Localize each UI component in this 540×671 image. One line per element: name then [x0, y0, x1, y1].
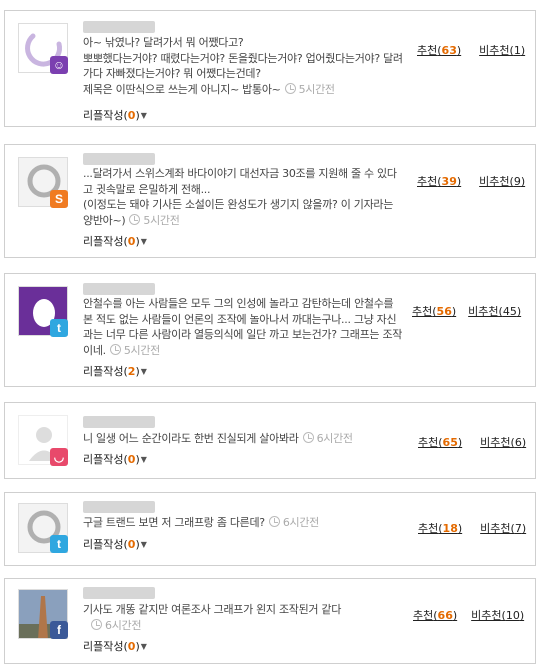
clock-icon — [268, 516, 280, 527]
timestamp: 6시간전 — [91, 618, 141, 632]
me2day-icon: ◡ — [50, 448, 68, 466]
caret-down-icon: ▼ — [140, 455, 147, 464]
twitter-icon: t — [50, 319, 68, 337]
caret-down-icon: ▼ — [140, 367, 147, 376]
kakao-icon: ☺ — [50, 56, 68, 74]
nickname-redacted — [83, 501, 155, 513]
recommend-button[interactable]: 추천(56) — [412, 305, 456, 318]
not-recommend-button[interactable]: 비추천(1) — [479, 44, 525, 57]
not-recommend-button[interactable]: 비추천(45) — [468, 305, 521, 318]
timestamp: 6시간전 — [268, 516, 319, 529]
nickname-redacted — [83, 283, 155, 295]
comment-item: ◡ 니 일생 어느 순간이라도 한번 진실되게 살아봐라 6시간전 리플작성(0)… — [4, 402, 536, 479]
clock-icon — [284, 82, 296, 94]
comment-item: f 기사도 개똥 같지만 여론조사 그래프가 왼지 조작된거 같다 6시간전 리플… — [4, 578, 536, 664]
recommend-button[interactable]: 추천(66) — [413, 609, 457, 622]
vote-box: 추천(66) 비추천(10) — [413, 607, 524, 623]
s-icon: S — [50, 190, 68, 208]
not-recommend-button[interactable]: 비추천(7) — [480, 522, 526, 535]
not-recommend-button[interactable]: 비추천(9) — [479, 175, 525, 188]
not-recommend-button[interactable]: 비추천(6) — [480, 436, 526, 449]
caret-down-icon: ▼ — [140, 642, 147, 651]
comment-text: 기사도 개똥 같지만 여론조사 그래프가 왼지 조작된거 같다 6시간전 — [83, 603, 342, 632]
reply-write-button[interactable]: 리플작성(0)▼ — [83, 107, 147, 123]
comment-text: 니 일생 어느 순간이라도 한번 진실되게 살아봐라 6시간전 — [83, 432, 353, 445]
facebook-icon: f — [50, 621, 68, 639]
timestamp: 6시간전 — [302, 432, 353, 445]
vote-box: 추천(65) 비추천(6) — [418, 434, 526, 450]
clock-icon — [109, 343, 121, 355]
comment-item: ☺ 아~ 낚였나? 달려가서 뭐 어쨌다고? 뽀뽀했다는거야? 때렸다는거야? … — [4, 10, 536, 127]
clock-icon — [129, 213, 141, 225]
nickname-redacted — [83, 153, 155, 165]
recommend-button[interactable]: 추천(39) — [417, 175, 461, 188]
recommend-button[interactable]: 추천(63) — [417, 44, 461, 57]
reply-write-button[interactable]: 리플작성(0)▼ — [83, 451, 147, 467]
comment-item: S ...달려가서 스위스계좌 바다이야기 대선자금 30조를 지원해 줄 수 … — [4, 144, 536, 258]
nickname-redacted — [83, 587, 155, 599]
vote-box: 추천(56) 비추천(45) — [412, 303, 521, 319]
timestamp: 5시간전 — [129, 213, 180, 227]
twitter-icon: t — [50, 535, 68, 553]
nickname-redacted — [83, 21, 155, 33]
reply-write-button[interactable]: 리플작성(0)▼ — [83, 638, 147, 654]
comment-item: t 안철수를 아는 사람들은 모두 그의 인성에 놀라고 감탄하는데 안철수를 … — [4, 273, 536, 387]
comment-text: ...달려가서 스위스계좌 바다이야기 대선자금 30조를 지원해 줄 수 있다… — [83, 167, 397, 227]
recommend-button[interactable]: 추천(18) — [418, 522, 462, 535]
comment-text: 구글 트랜드 보면 저 그래프랑 좀 다른데? 6시간전 — [83, 516, 320, 529]
reply-write-button[interactable]: 리플작성(0)▼ — [83, 536, 147, 552]
vote-box: 추천(39) 비추천(9) — [417, 173, 525, 189]
comment-text: 아~ 낚였나? 달려가서 뭐 어쨌다고? 뽀뽀했다는거야? 때렸다는거야? 돈을… — [83, 36, 403, 96]
not-recommend-button[interactable]: 비추천(10) — [471, 609, 524, 622]
clock-icon — [302, 432, 314, 443]
nickname-redacted — [83, 416, 155, 428]
vote-box: 추천(18) 비추천(7) — [418, 520, 526, 536]
recommend-button[interactable]: 추천(65) — [418, 436, 462, 449]
clock-icon — [91, 618, 102, 630]
caret-down-icon: ▼ — [140, 237, 147, 246]
timestamp: 5시간전 — [284, 82, 335, 96]
caret-down-icon: ▼ — [140, 540, 147, 549]
reply-write-button[interactable]: 리플작성(2)▼ — [83, 363, 147, 379]
timestamp: 5시간전 — [109, 343, 160, 357]
reply-write-button[interactable]: 리플작성(0)▼ — [83, 233, 147, 249]
caret-down-icon: ▼ — [140, 111, 147, 120]
vote-box: 추천(63) 비추천(1) — [417, 42, 525, 58]
comment-item: t 구글 트랜드 보면 저 그래프랑 좀 다른데? 6시간전 리플작성(0)▼ 추… — [4, 492, 536, 566]
comment-text: 안철수를 아는 사람들은 모두 그의 인성에 놀라고 감탄하는데 안철수를 본 … — [83, 297, 403, 357]
